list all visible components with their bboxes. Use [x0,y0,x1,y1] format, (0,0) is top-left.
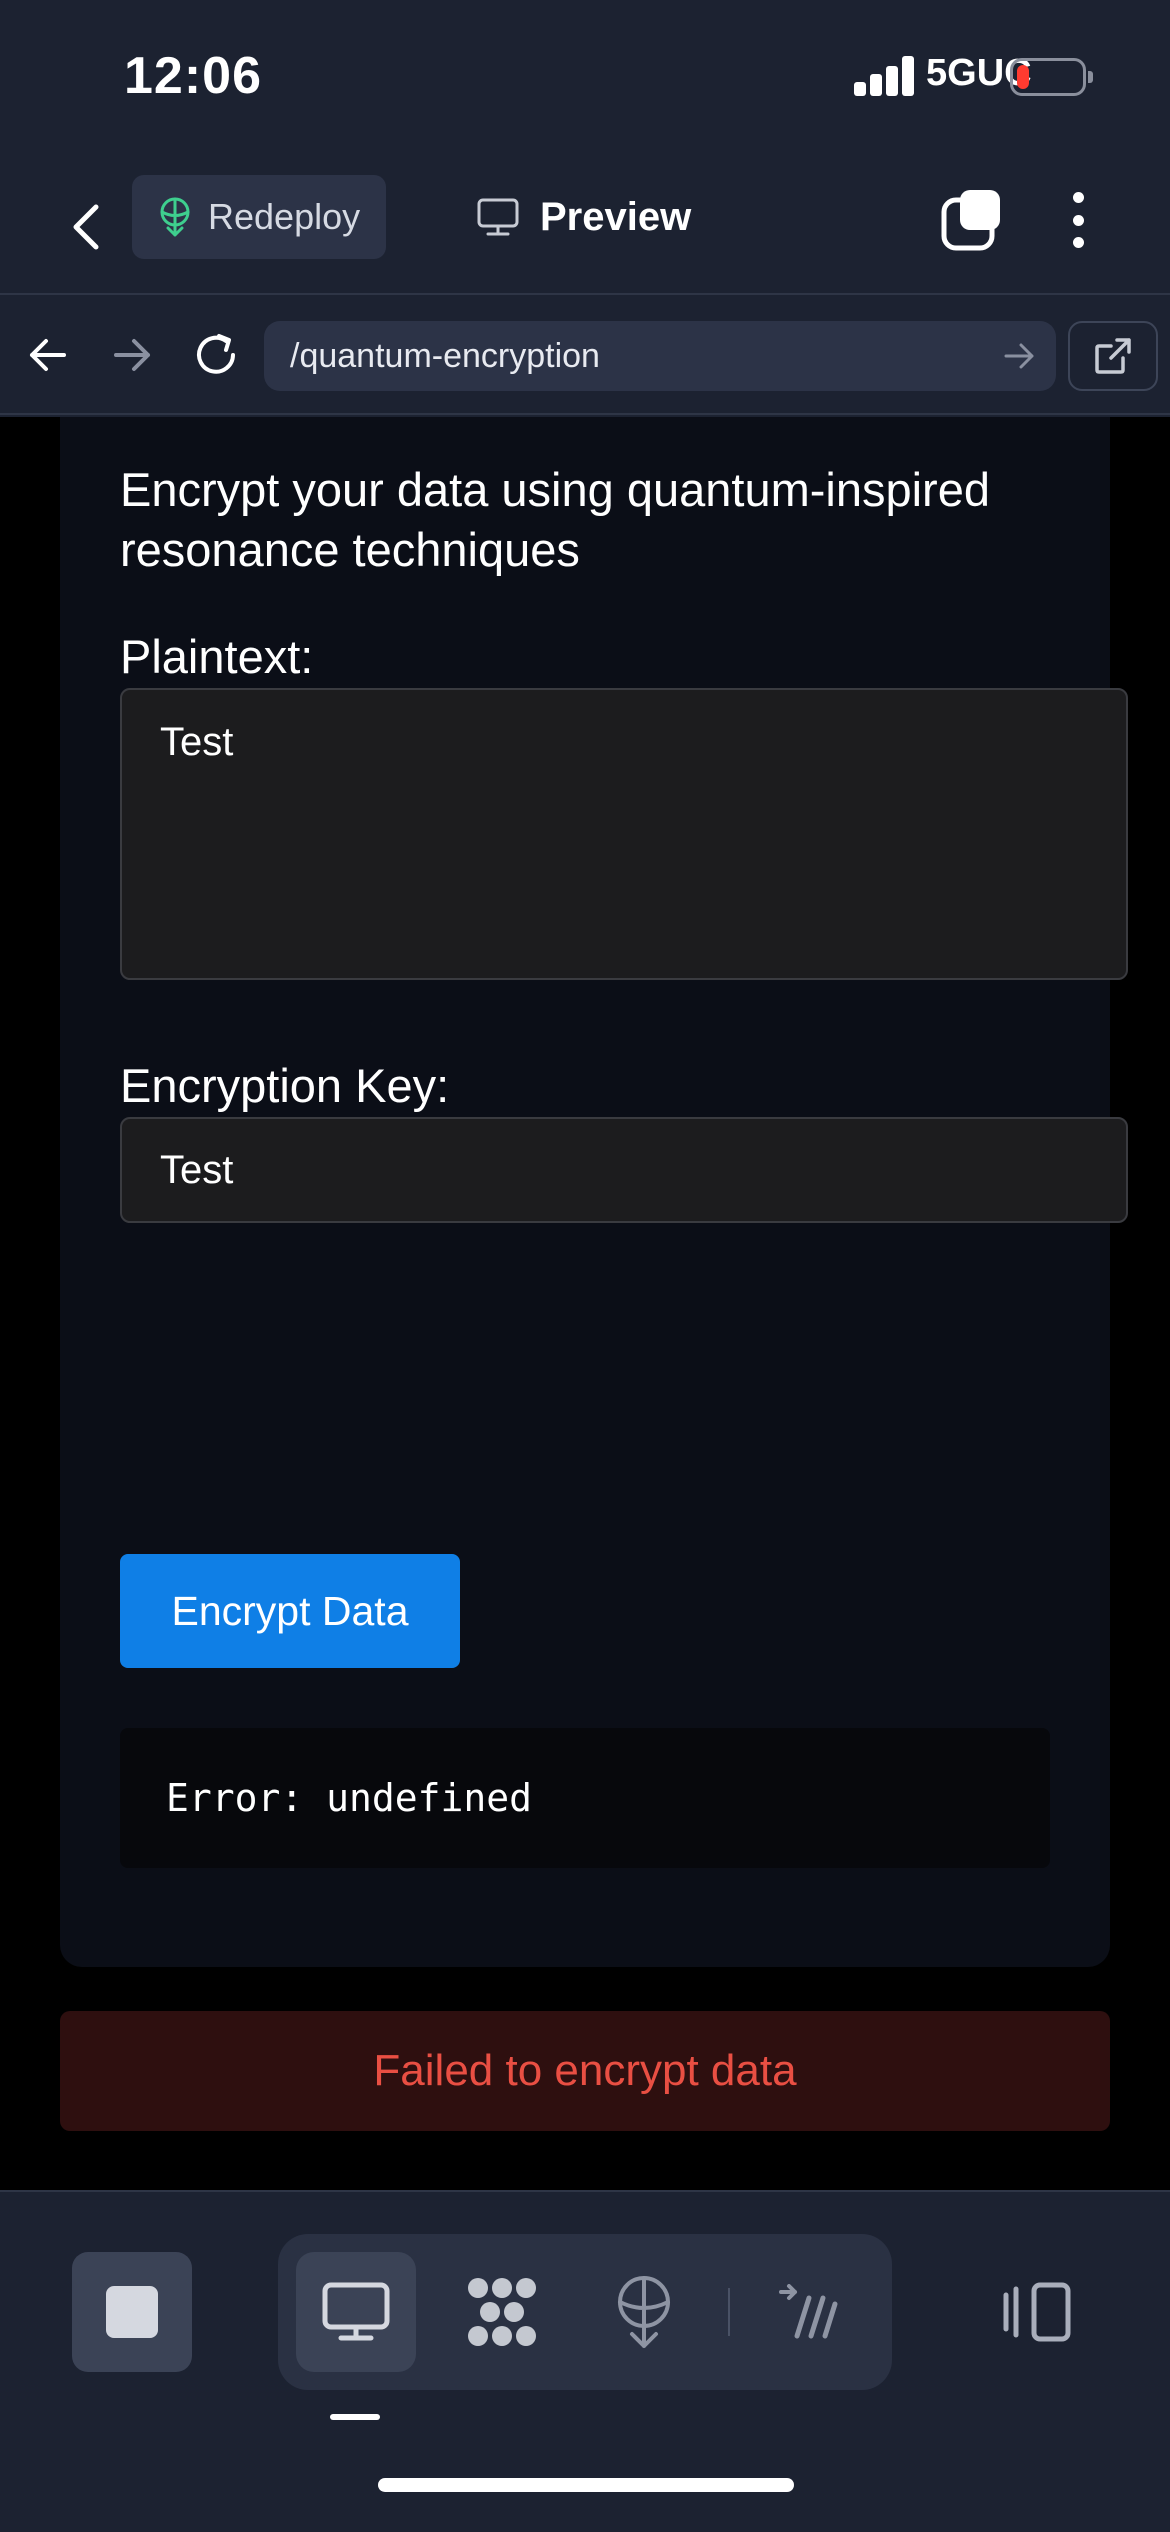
tabs-button[interactable] [940,188,1004,252]
url-text: /quantum-encryption [290,336,600,375]
chevron-left-icon [73,204,99,250]
tool-deployments[interactable] [584,2252,704,2372]
redeploy-label: Redeploy [208,196,361,237]
url-toolbar: /quantum-encryption [0,297,1170,415]
bottom-toolbar [0,2190,1170,2532]
nav-forward-button[interactable] [104,327,160,383]
redeploy-button[interactable]: Redeploy [132,175,386,259]
app-header: Redeploy Preview [0,160,1170,295]
deploy-icon [160,197,190,237]
stop-button[interactable] [72,2252,192,2372]
encrypt-button[interactable]: Encrypt Data [120,1554,460,1668]
nav-back-button[interactable] [20,327,76,383]
output-box: Error: undefined [120,1728,1050,1868]
page-description: Encrypt your data using quantum-inspired… [120,463,990,576]
web-preview: Encrypt your data using quantum-inspired… [0,417,1170,2190]
stop-icon [106,2286,158,2338]
tab-preview[interactable]: Preview [476,182,691,252]
encryption-card: Encrypt your data using quantum-inspired… [60,417,1128,1967]
tool-workflows[interactable] [442,2252,562,2372]
url-input[interactable]: /quantum-encryption [264,321,1056,391]
monitor-icon [322,2282,390,2341]
status-bar: 12:06 5GUC [0,0,1170,160]
error-banner: Failed to encrypt data [60,2011,1110,2131]
tool-shell[interactable] [748,2252,868,2372]
arrow-right-icon [114,339,150,371]
shell-icon [779,2284,838,2339]
encryption-key-input[interactable]: Test [120,1117,1128,1223]
preview-label: Preview [540,194,692,239]
split-panel-icon [1003,2282,1071,2342]
open-external-button[interactable] [1068,321,1158,391]
signal-icon [854,56,916,96]
status-time: 12:06 [124,47,262,105]
home-indicator [378,2478,794,2492]
external-link-icon [1095,338,1131,374]
arrow-left-icon [30,339,66,371]
split-panel-button[interactable] [996,2252,1080,2372]
tabs-icon [941,190,1000,251]
battery-icon [1010,58,1093,96]
monitor-icon [477,198,519,236]
reload-icon [197,334,235,374]
tool-switcher [278,2234,892,2390]
reload-button[interactable] [188,327,244,383]
plaintext-textarea[interactable]: Test [120,688,1128,980]
workflow-icon [468,2278,536,2346]
back-button[interactable] [60,192,112,262]
encryption-key-label: Encryption Key: [120,1059,450,1112]
tool-divider [728,2288,730,2336]
more-vertical-icon[interactable] [1060,188,1096,252]
arrow-right-icon[interactable] [1002,339,1036,373]
plaintext-label: Plaintext: [120,630,314,683]
active-tab-indicator [330,2414,380,2420]
deploy-icon [618,2276,670,2348]
tool-preview[interactable] [296,2252,416,2372]
